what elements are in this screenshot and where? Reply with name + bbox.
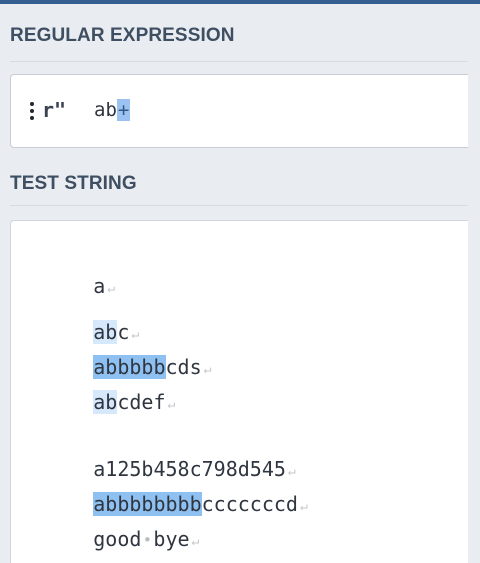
test-line-text: cdef (117, 390, 166, 414)
test-string-input[interactable]: a ↵ abc ↵ abbbbbcds ↵ abcdef ↵ a125b458c798d… (10, 220, 468, 563)
test-header-divider (10, 205, 468, 206)
regex-header-divider (10, 61, 468, 62)
space-marker-icon: • (142, 531, 152, 549)
line-end-icon: ↵ (191, 534, 200, 549)
regex-input[interactable]: r" ab+ (10, 74, 468, 148)
match-highlight: ab (93, 390, 118, 414)
regex-pattern-literal: ab (94, 99, 117, 121)
test-line-1: a ↵ (21, 241, 115, 298)
regex-quantifier-token: + (116, 99, 131, 121)
test-line-text: good (93, 527, 142, 551)
test-string-header: TEST STRING (10, 173, 137, 194)
test-line-6: abbbbbbbbcccccccd ↵ (21, 459, 308, 516)
test-line-text: bye (153, 527, 190, 551)
right-edge-strip (468, 4, 480, 563)
line-end-icon: ↵ (203, 362, 212, 377)
regex-pattern[interactable]: ab+ (94, 99, 131, 121)
test-line-5: a125b458c798d545 ↵ (21, 424, 295, 481)
test-line-4: abcdef ↵ (21, 357, 175, 414)
test-line-3: abbbbbcds ↵ (21, 322, 211, 379)
vertical-dots-icon[interactable] (29, 102, 35, 122)
test-line-7: good•bye ↵ (21, 494, 199, 551)
top-accent-bar (0, 0, 480, 4)
test-line-2: abc ↵ (21, 287, 139, 344)
line-end-icon: ↵ (167, 397, 176, 412)
test-line-text: cccccccd (201, 492, 298, 516)
regex-tester-panel: REGULAR EXPRESSION r" ab+ TEST STRING a ↵… (0, 0, 480, 563)
line-end-icon: ↵ (299, 499, 308, 514)
regex-delimiter: r" (42, 98, 67, 122)
regular-expression-header: REGULAR EXPRESSION (10, 25, 235, 46)
